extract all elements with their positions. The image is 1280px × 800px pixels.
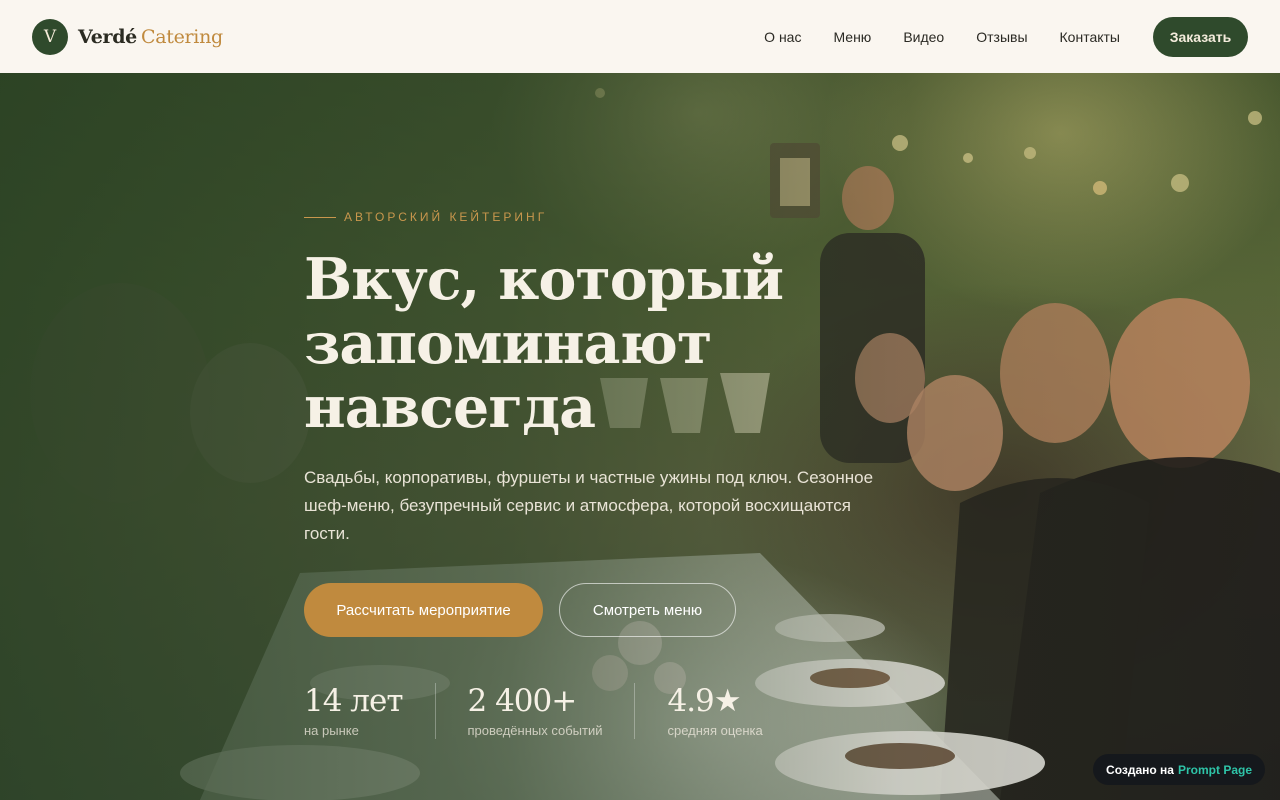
nav-video[interactable]: Видео [903, 29, 944, 45]
nav-contacts[interactable]: Контакты [1060, 29, 1120, 45]
stat-value: 4.9★ [667, 683, 741, 719]
hero-stats: 14 лет на рынке 2 400+ проведённых событ… [304, 683, 827, 739]
brand-name: Verdé Catering [78, 26, 223, 48]
stat-value: 2 400+ [467, 683, 578, 719]
stat-label: средняя оценка [667, 723, 763, 738]
brand-logo[interactable]: V Verdé Catering [32, 18, 223, 55]
hero-eyebrow: Авторский кейтеринг [304, 210, 547, 224]
hero-subtitle: Свадьбы, корпоративы, фуршеты и частные … [304, 468, 874, 543]
calculate-event-button[interactable]: Рассчитать мероприятие [304, 583, 543, 637]
eyebrow-text: Авторский кейтеринг [344, 210, 548, 224]
stat-rating: 4.9★ средняя оценка [667, 683, 794, 739]
eyebrow-line [304, 216, 336, 218]
stat-label: на рынке [304, 723, 359, 738]
nav-about[interactable]: О нас [764, 29, 801, 45]
badge-prefix: Создано на [1106, 762, 1174, 777]
stat-events: 2 400+ проведённых событий [468, 683, 636, 739]
main-nav: О нас Меню Видео Отзывы Контакты Заказат… [764, 16, 1248, 57]
view-menu-button[interactable]: Смотреть меню [559, 583, 736, 637]
stat-label: проведённых событий [467, 723, 603, 738]
nav-reviews[interactable]: Отзывы [976, 29, 1027, 45]
stat-value: 14 лет [304, 683, 403, 719]
site-header: V Verdé Catering О нас Меню Видео Отзывы … [0, 0, 1280, 73]
hero-headline: Вкус, который запоминают навсегда [304, 246, 784, 441]
hero-section: Авторский кейтеринг Вкус, который запоми… [0, 73, 1280, 800]
brand-name-accent: Catering [140, 25, 223, 48]
nav-menu[interactable]: Меню [833, 29, 871, 45]
order-button[interactable]: Заказать [1153, 16, 1248, 57]
badge-accent: Prompt Page [1177, 762, 1252, 777]
stat-years: 14 лет на рынке [304, 683, 436, 739]
brand-name-main: Verdé [78, 25, 137, 48]
logo-mark: V [32, 18, 68, 55]
prompt-page-badge[interactable]: Создано на Prompt Page [1093, 754, 1265, 785]
